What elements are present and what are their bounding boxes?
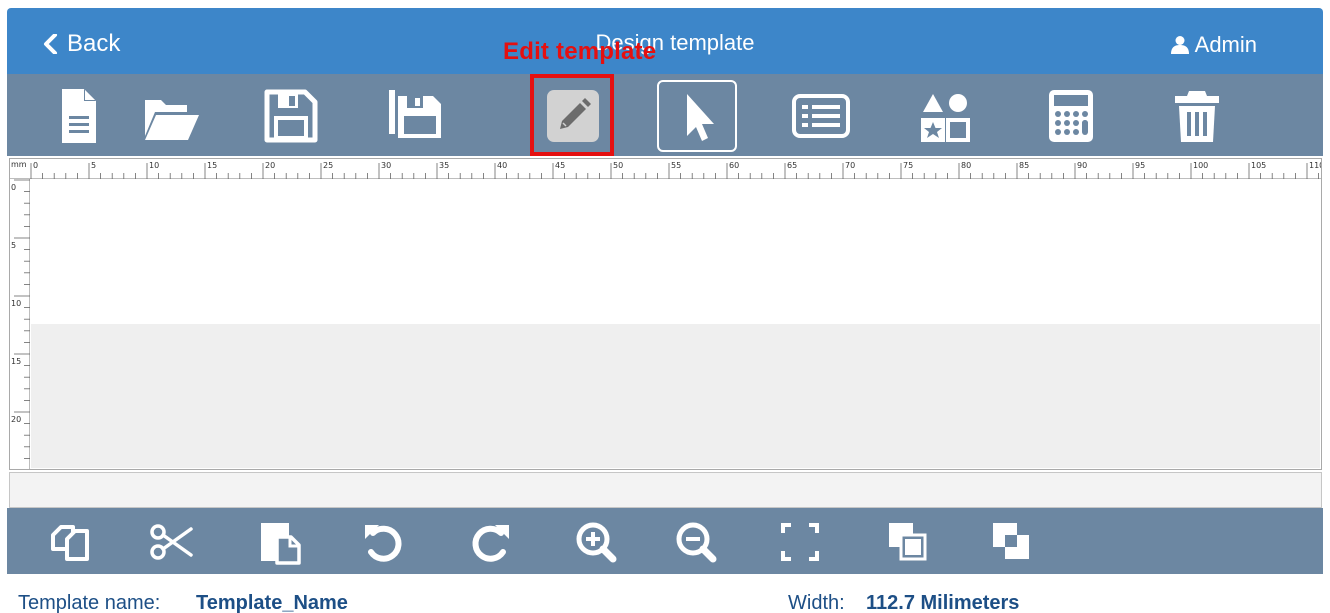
ruler-top-label: 25 — [323, 161, 333, 170]
ruler-top-label: 75 — [903, 161, 913, 170]
horizontal-ruler: mm 0 5 10 15 20 25 30 35 40 45 50 55 60 65 70 75 80 85 90 95… — [10, 159, 1321, 179]
edit-toolbar — [7, 508, 1323, 574]
user-menu[interactable]: Admin — [1170, 32, 1257, 58]
open-folder-icon — [145, 100, 199, 140]
ruler-top-label: 40 — [497, 161, 507, 170]
zoom-in-icon — [576, 522, 617, 563]
page-title: Design template — [595, 30, 755, 55]
shapes-button[interactable] — [905, 80, 985, 152]
fit-screen-button[interactable] — [773, 518, 827, 566]
ruler-left-label: 10 — [11, 299, 21, 308]
width-value: 112.7 Milimeters — [866, 592, 1020, 613]
list-icon — [792, 94, 850, 138]
redo-icon — [472, 525, 509, 562]
new-document-icon — [62, 89, 96, 143]
copy-icon — [51, 525, 89, 561]
ruler-left-label: 5 — [11, 241, 16, 250]
user-icon — [1170, 36, 1189, 54]
template-name-label: Template name: — [18, 592, 161, 613]
ruler-left-label: 20 — [11, 415, 21, 424]
horizontal-ruler-svg: mm 0 5 10 15 20 25 30 35 40 45 50 55 60 65 70 75 80 85 90 95… — [11, 160, 1321, 179]
copy-button[interactable] — [43, 518, 97, 566]
save-as-button[interactable] — [375, 80, 455, 152]
annotation-label: Edit template — [503, 38, 657, 65]
undo-button[interactable] — [357, 518, 411, 566]
ruler-top-label: 0 — [33, 161, 38, 170]
design-canvas[interactable]: mm 0 5 10 15 20 25 30 35 40 45 50 55 60 65 70 75 80 85 90 95… — [9, 158, 1322, 470]
paste-button[interactable] — [253, 518, 307, 566]
send-backward-button[interactable] — [985, 518, 1039, 566]
ruler-left-label: 0 — [11, 183, 16, 192]
template-name-value: Template_Name — [196, 592, 348, 613]
vertical-ruler-svg: 0510152025 — [11, 179, 30, 459]
ruler-top-label: 90 — [1077, 161, 1087, 170]
ruler-top-label: 95 — [1135, 161, 1145, 170]
ruler-top-label: 80 — [961, 161, 971, 170]
edit-template-highlight — [530, 74, 614, 156]
canvas-background — [31, 324, 1320, 468]
redo-button[interactable] — [463, 518, 517, 566]
ruler-top-label: 105 — [1251, 161, 1266, 170]
ruler-top-label: 15 — [207, 161, 217, 170]
ruler-top-label: 45 — [555, 161, 565, 170]
zoom-out-button[interactable] — [669, 518, 723, 566]
cut-button[interactable] — [145, 518, 199, 566]
ruler-top-label: 30 — [381, 161, 391, 170]
calculator-icon — [1049, 90, 1093, 142]
status-strip — [9, 472, 1322, 508]
paste-icon — [261, 523, 301, 565]
ruler-top-label: 70 — [845, 161, 855, 170]
ruler-top-label: 110 — [1309, 161, 1321, 170]
save-as-icon — [389, 90, 441, 138]
save-icon — [264, 89, 318, 143]
ruler-top-label: 10 — [149, 161, 159, 170]
label-design-area[interactable] — [31, 180, 1320, 324]
header-bar: Back Design template Admin — [7, 8, 1323, 74]
open-template-button[interactable] — [131, 80, 211, 152]
ruler-top-label: 5 — [91, 161, 96, 170]
cut-icon — [150, 524, 193, 560]
new-template-button[interactable] — [38, 80, 118, 152]
width-label: Width: — [788, 592, 845, 613]
zoom-out-icon — [676, 522, 717, 563]
delete-button[interactable] — [1157, 80, 1237, 152]
fit-screen-icon — [781, 523, 819, 561]
template-info: Template name: Template_Name Width: 112.… — [0, 580, 1330, 613]
ruler-top-label: 60 — [729, 161, 739, 170]
select-pointer-button[interactable] — [657, 80, 737, 152]
list-button[interactable] — [781, 80, 861, 152]
ruler-top-label: 65 — [787, 161, 797, 170]
bring-forward-icon — [889, 523, 927, 561]
user-label: Admin — [1194, 32, 1257, 57]
main-toolbar — [7, 74, 1323, 156]
ruler-top-label: 55 — [671, 161, 681, 170]
select-pointer-icon — [687, 94, 714, 141]
save-button[interactable] — [251, 80, 331, 152]
send-backward-icon — [993, 523, 1029, 559]
trash-icon — [1175, 91, 1219, 142]
ruler-unit-label: mm — [11, 160, 27, 169]
vertical-ruler: 0510152025 — [10, 179, 30, 469]
ruler-left-label: 15 — [11, 357, 21, 366]
ruler-top-label: 50 — [613, 161, 623, 170]
shapes-icon — [921, 94, 970, 142]
calculator-button[interactable] — [1031, 80, 1111, 152]
undo-icon — [365, 525, 402, 562]
ruler-top-label: 100 — [1193, 161, 1208, 170]
bring-forward-button[interactable] — [881, 518, 935, 566]
zoom-in-button[interactable] — [569, 518, 623, 566]
ruler-top-label: 85 — [1019, 161, 1029, 170]
ruler-top-label: 35 — [439, 161, 449, 170]
ruler-top-label: 20 — [265, 161, 275, 170]
design-template-app: Back Design template Admin Edit template — [0, 0, 1330, 613]
